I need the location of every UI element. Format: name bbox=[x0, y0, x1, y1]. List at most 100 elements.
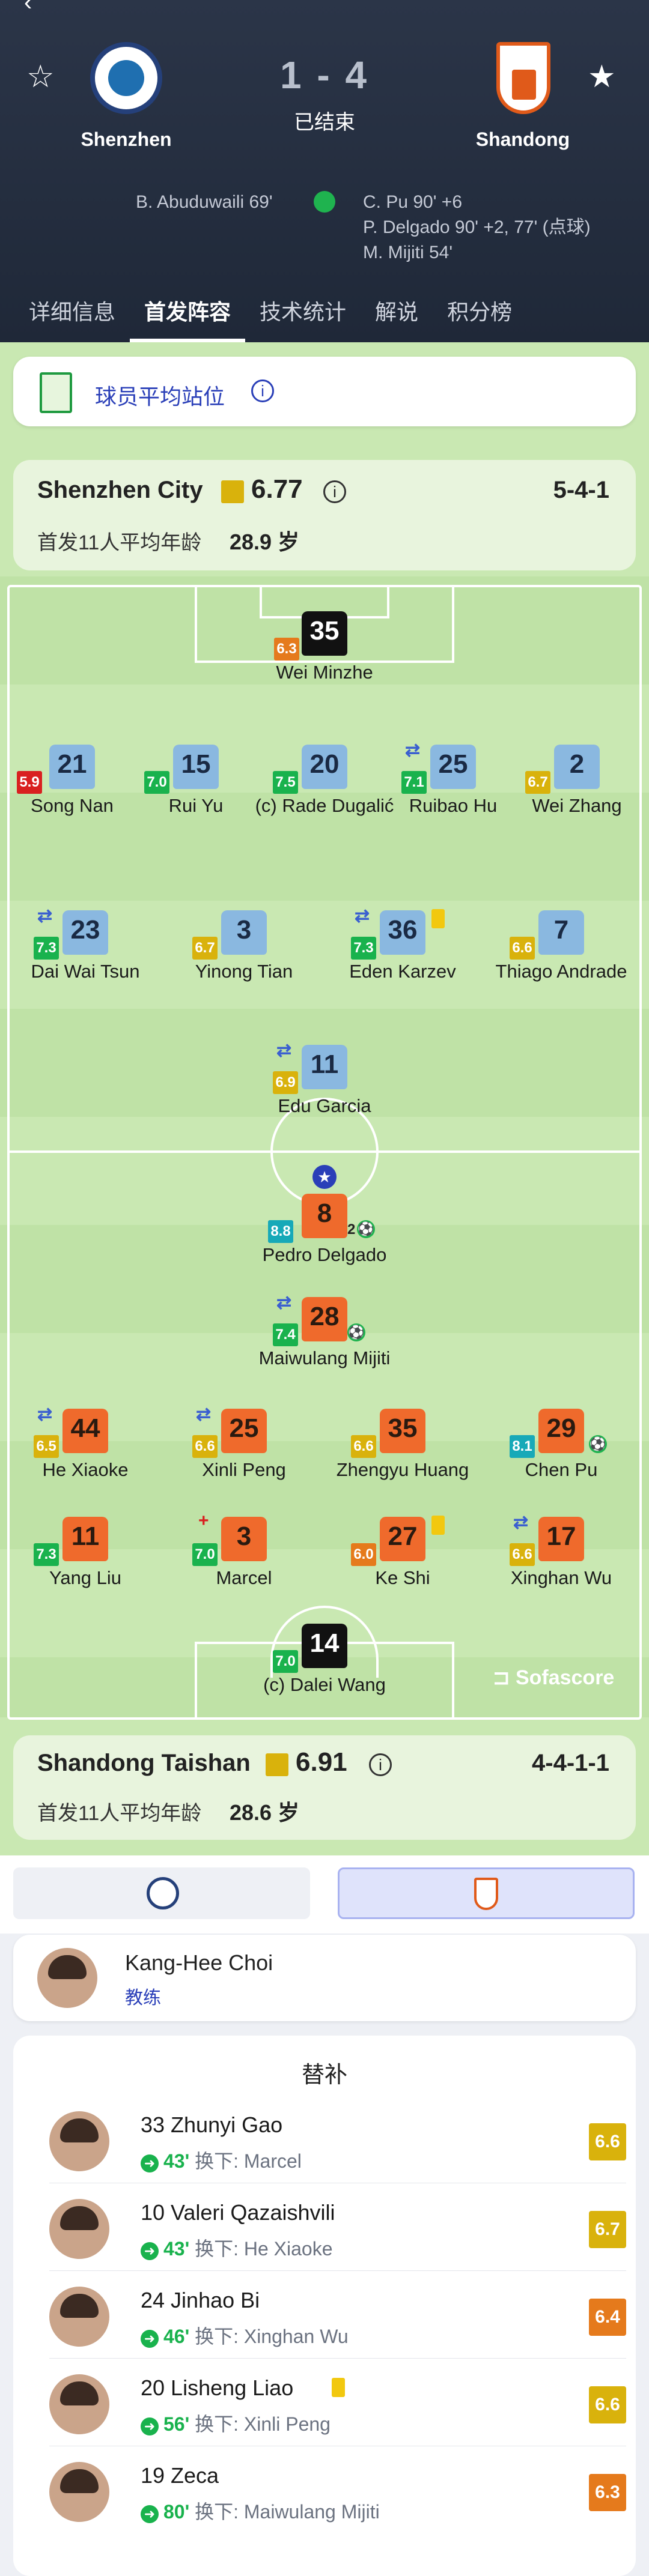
shirt-number: 15 bbox=[181, 749, 211, 779]
player-rating: 6.0 bbox=[351, 1543, 376, 1566]
away-player-mid[interactable]: 44 ⇄ 6.5 He Xiaoke bbox=[13, 1404, 157, 1482]
tab-commentary[interactable]: 解说 bbox=[361, 282, 433, 342]
player-rating: 6.6 bbox=[589, 2386, 626, 2423]
match-status: 已结束 bbox=[294, 111, 355, 134]
shirt-number: 27 bbox=[388, 1522, 418, 1551]
shirt-number: 2 bbox=[569, 749, 585, 779]
player-rating: 6.6 bbox=[192, 1435, 218, 1458]
away-player-def[interactable]: 11 7.3 Yang Liu bbox=[13, 1517, 157, 1590]
player-rating: 6.6 bbox=[589, 2123, 626, 2160]
player-name: Xinghan Wu bbox=[510, 1567, 612, 1588]
home-player-def[interactable]: 25 ⇄ 7.1 Ruibao Hu bbox=[381, 740, 525, 818]
back-arrow-icon[interactable]: ‹ bbox=[24, 0, 32, 16]
player-name: Edu Garcia bbox=[278, 1095, 371, 1116]
shirt-icon: 27 bbox=[380, 1517, 425, 1561]
coach-card[interactable]: Kang-Hee Choi 教练 bbox=[13, 1935, 636, 2021]
substitute-row[interactable]: 33 Zhunyi Gao ➜ 43' 换下: Marcel 6.6 bbox=[49, 2096, 626, 2183]
favorite-away-star-icon[interactable]: ★ bbox=[588, 59, 616, 95]
away-player-def[interactable]: 3 + 7.0 Marcel bbox=[172, 1511, 316, 1590]
home-player-mid[interactable]: 23 ⇄ 7.3 Dai Wai Tsun bbox=[13, 906, 157, 984]
shirt-icon: 25 bbox=[221, 1409, 267, 1453]
player-name: Wei Zhang bbox=[532, 795, 622, 816]
substitute-row[interactable]: 10 Valeri Qazaishvili ➜ 43' 换下: He Xiaoke… bbox=[49, 2183, 626, 2271]
shirt-icon: 3 bbox=[221, 1517, 267, 1561]
substitution-info: ➜ 80' 换下: Maiwulang Mijiti bbox=[141, 2497, 380, 2524]
home-avg-age-label: 首发11人平均年龄 bbox=[37, 531, 202, 554]
away-player-fwd[interactable]: ★ 8 8.8 2 ⚽ Pedro Delgado bbox=[252, 1165, 397, 1267]
favorite-home-star-icon[interactable]: ☆ bbox=[26, 59, 55, 95]
away-player-gk[interactable]: 14 7.0 (c) Dalei Wang bbox=[252, 1624, 397, 1697]
substitutes-card: 替补 33 Zhunyi Gao ➜ 43' 换下: Marcel 6.6 10 … bbox=[13, 2036, 636, 2576]
player-rating: 7.4 bbox=[273, 1323, 298, 1346]
tab-statistics[interactable]: 技术统计 bbox=[245, 282, 361, 342]
shirt-number: 25 bbox=[229, 1413, 259, 1443]
tab-standings[interactable]: 积分榜 bbox=[433, 282, 526, 342]
shirt-icon: 15 bbox=[173, 745, 219, 789]
team-toggle bbox=[0, 1855, 649, 1934]
shirt-number: 28 bbox=[309, 1302, 340, 1331]
goals-count: 2 bbox=[347, 1221, 356, 1238]
player-name: Yang Liu bbox=[49, 1567, 122, 1588]
rating-square-icon bbox=[221, 480, 244, 503]
lineups-pitch: 球员平均站位 i Shenzhen City 6.77 i 5-4-1 首发11… bbox=[0, 342, 649, 1855]
info-icon[interactable]: i bbox=[369, 1753, 392, 1776]
home-player-fwd[interactable]: 11 ⇄ 6.9 Edu Garcia bbox=[252, 1041, 397, 1118]
substitute-name: 24 Jinhao Bi bbox=[141, 2288, 260, 2312]
info-icon[interactable]: i bbox=[251, 379, 274, 402]
shirt-icon: 20 bbox=[302, 745, 347, 789]
avg-position-card[interactable]: 球员平均站位 i bbox=[13, 357, 636, 426]
home-team-logo[interactable] bbox=[90, 42, 162, 114]
home-player-mid[interactable]: 7 6.6 Thiago Andrade bbox=[489, 910, 633, 984]
away-player-def[interactable]: 17 ⇄ 6.6 Xinghan Wu bbox=[489, 1513, 633, 1590]
goal-ball-icon: ⚽ bbox=[357, 1220, 375, 1238]
home-player-mid[interactable]: 36 ⇄ 7.3 Eden Karzev bbox=[331, 906, 475, 984]
home-player-def[interactable]: 20 7.5 (c) Rade Dugalić bbox=[252, 745, 397, 818]
player-rating: 5.9 bbox=[17, 771, 42, 794]
away-team-card: Shandong Taishan 6.91 i 4-4-1-1 首发11人平均年… bbox=[13, 1735, 636, 1840]
shirt-icon: 11 bbox=[302, 1045, 347, 1089]
shirt-icon: 44 bbox=[62, 1409, 108, 1453]
goal-ball-icon: ⚽ bbox=[589, 1435, 607, 1453]
shirt-number: 3 bbox=[236, 1522, 252, 1551]
info-icon[interactable]: i bbox=[323, 480, 346, 503]
home-team-rating: 6.77 bbox=[251, 474, 303, 504]
home-team-full-name: Shenzhen City bbox=[37, 477, 203, 503]
home-player-mid[interactable]: 3 6.7 Yinong Tian bbox=[172, 910, 316, 984]
player-name: (c) Rade Dugalić bbox=[255, 795, 394, 816]
shirt-number: 44 bbox=[70, 1413, 100, 1443]
tab-lineups[interactable]: 首发阵容 bbox=[130, 282, 246, 342]
home-team-toggle[interactable] bbox=[13, 1867, 310, 1919]
home-player-def[interactable]: 2 6.7 Wei Zhang bbox=[505, 745, 649, 818]
away-player-mid[interactable]: 29 8.1 ⚽ Chen Pu bbox=[489, 1409, 633, 1482]
shirt-icon: 25 bbox=[430, 745, 476, 789]
player-rating: 7.0 bbox=[192, 1543, 218, 1566]
player-rating: 6.4 bbox=[589, 2299, 626, 2336]
away-player-am[interactable]: 28 ⇄ 7.4 ⚽ Maiwulang Mijiti bbox=[252, 1293, 397, 1370]
away-team-name[interactable]: Shandong bbox=[451, 128, 595, 151]
away-team-toggle[interactable] bbox=[338, 1867, 635, 1919]
away-team-full-name: Shandong Taishan bbox=[37, 1750, 251, 1776]
home-player-def[interactable]: 21 5.9 Song Nan bbox=[0, 745, 144, 818]
substitute-row[interactable]: 19 Zeca ➜ 80' 换下: Maiwulang Mijiti 6.3 bbox=[49, 2446, 626, 2534]
substitute-row[interactable]: 24 Jinhao Bi ➜ 46' 换下: Xinghan Wu 6.4 bbox=[49, 2271, 626, 2359]
substitute-row[interactable]: 20 Lisheng Liao ➜ 56' 换下: Xinli Peng 6.6 bbox=[49, 2359, 626, 2446]
home-player-gk[interactable]: 35 6.3 Wei Minzhe bbox=[252, 611, 397, 685]
player-name: Ke Shi bbox=[375, 1567, 430, 1588]
sub-in-arrow-icon: ➜ bbox=[141, 2154, 159, 2172]
tab-details[interactable]: 详细信息 bbox=[0, 282, 130, 342]
player-rating: 6.6 bbox=[510, 937, 535, 960]
player-rating: 7.1 bbox=[401, 771, 427, 794]
away-player-def[interactable]: 27 6.0 Ke Shi bbox=[331, 1516, 475, 1590]
shirt-number: 14 bbox=[309, 1628, 340, 1658]
player-avatar bbox=[49, 2287, 109, 2347]
home-team-name[interactable]: Shenzhen bbox=[54, 128, 198, 151]
player-rating: 7.5 bbox=[273, 771, 298, 794]
player-rating: 6.7 bbox=[525, 771, 550, 794]
away-team-logo[interactable] bbox=[496, 42, 550, 114]
away-player-mid[interactable]: 25 ⇄ 6.6 Xinli Peng bbox=[172, 1404, 316, 1482]
player-rating: 6.7 bbox=[589, 2211, 626, 2248]
shirt-icon: 3 bbox=[221, 910, 267, 955]
player-rating: 7.3 bbox=[34, 937, 59, 960]
home-player-def[interactable]: 15 7.0 Rui Yu bbox=[124, 745, 268, 818]
away-player-mid[interactable]: 35 6.6 Zhengyu Huang bbox=[331, 1409, 475, 1482]
